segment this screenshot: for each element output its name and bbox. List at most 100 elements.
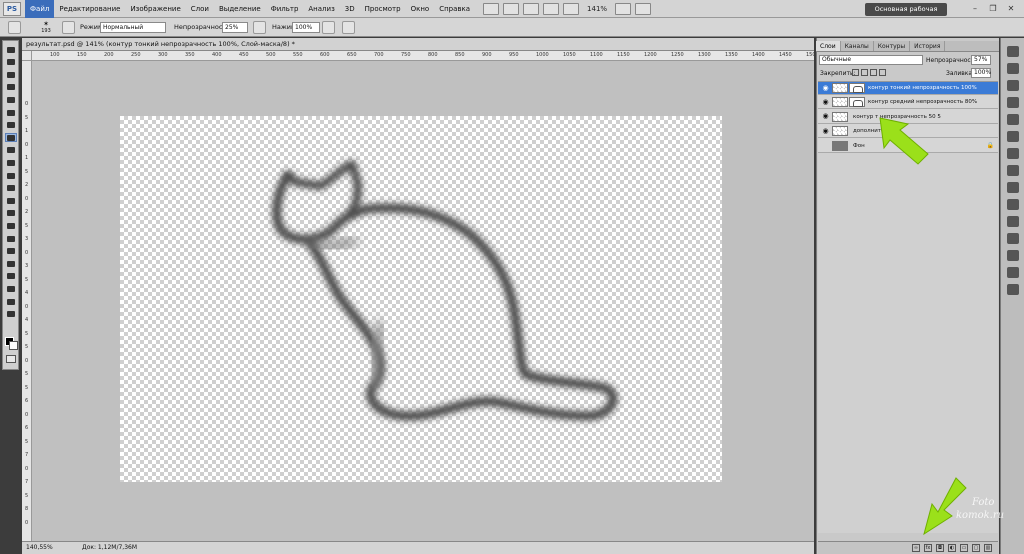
brush-panel-icon[interactable] bbox=[62, 21, 75, 34]
image-canvas[interactable] bbox=[120, 116, 722, 482]
view-extras-icon[interactable] bbox=[523, 2, 540, 15]
menu-analysis[interactable]: Анализ bbox=[303, 0, 339, 18]
fill-input[interactable]: 100% bbox=[971, 68, 991, 78]
lasso-tool[interactable] bbox=[5, 70, 17, 79]
healing-tool[interactable] bbox=[5, 121, 17, 130]
lock-position-icon[interactable] bbox=[870, 69, 877, 76]
workspace-switcher[interactable]: Основная рабочая среда bbox=[865, 3, 947, 26]
layer-thumbnail[interactable] bbox=[832, 83, 848, 93]
3d-camera-tool[interactable] bbox=[5, 284, 17, 293]
arrange-documents-icon[interactable] bbox=[615, 2, 632, 15]
ruler-origin[interactable] bbox=[22, 51, 32, 61]
shape-tool[interactable] bbox=[5, 259, 17, 268]
layer-thumbnail[interactable] bbox=[832, 97, 848, 108]
brush-tool[interactable] bbox=[5, 133, 17, 143]
brush-preset-icon[interactable] bbox=[8, 21, 21, 34]
layer-row[interactable]: ◉ контур тонкий непрозрачность 100% bbox=[818, 82, 998, 95]
color-icon[interactable] bbox=[1007, 97, 1019, 108]
eraser-tool[interactable] bbox=[5, 171, 17, 180]
zoom-level-icon[interactable] bbox=[543, 2, 560, 15]
type-tool[interactable] bbox=[5, 234, 17, 243]
restore-button[interactable]: ❐ bbox=[986, 3, 1000, 15]
histogram-icon[interactable] bbox=[1007, 148, 1019, 159]
horizontal-ruler[interactable]: 100 150 200 250 300 350 400 450 500 550 600 650 700 7… bbox=[32, 51, 814, 61]
masks-icon[interactable] bbox=[1007, 80, 1019, 91]
menu-file[interactable]: Файл bbox=[25, 0, 55, 18]
layers-list-empty-area[interactable] bbox=[818, 153, 998, 533]
marquee-tool[interactable] bbox=[5, 58, 17, 67]
adjustments-icon[interactable] bbox=[1007, 63, 1019, 74]
menu-filter[interactable]: Фильтр bbox=[266, 0, 304, 18]
group-icon[interactable]: ▭ bbox=[960, 544, 968, 552]
hand-tool-icon[interactable] bbox=[563, 2, 580, 15]
layer-mask-thumbnail[interactable] bbox=[849, 97, 865, 108]
vertical-ruler[interactable]: 05101520253035404550556065707580 bbox=[22, 61, 32, 541]
hand-tool[interactable] bbox=[5, 297, 17, 306]
opacity-input[interactable]: 25% bbox=[222, 22, 248, 33]
history-brush-tool[interactable] bbox=[5, 158, 17, 167]
pen-tool[interactable] bbox=[5, 221, 17, 230]
3d-icon[interactable] bbox=[1007, 267, 1019, 278]
layer-opacity-input[interactable]: 57% bbox=[971, 55, 991, 65]
layer-thumbnail[interactable] bbox=[832, 126, 848, 137]
quick-select-tool[interactable] bbox=[5, 83, 17, 92]
layer-thumbnail[interactable] bbox=[832, 140, 848, 151]
lock-transparency-icon[interactable] bbox=[852, 69, 859, 76]
minibridge-icon[interactable] bbox=[503, 2, 520, 15]
pressure-size-icon[interactable] bbox=[342, 21, 355, 34]
measurement-icon[interactable] bbox=[1007, 284, 1019, 295]
menu-select[interactable]: Выделение bbox=[214, 0, 266, 18]
layer-visibility-eye-icon[interactable]: ◉ bbox=[821, 84, 830, 93]
zoom-status[interactable]: 140,55% bbox=[26, 544, 53, 551]
blend-mode-dropdown[interactable]: Обычные bbox=[819, 55, 923, 65]
trash-icon[interactable]: ▥ bbox=[984, 544, 992, 552]
minimize-button[interactable]: – bbox=[968, 3, 982, 15]
lock-pixels-icon[interactable] bbox=[861, 69, 868, 76]
eyedropper-tool[interactable] bbox=[5, 108, 17, 117]
layer-mask-thumbnail[interactable] bbox=[849, 83, 865, 93]
menu-window[interactable]: Окно bbox=[406, 0, 435, 18]
adjust-icon[interactable]: ◐ bbox=[948, 544, 956, 552]
link-icon[interactable]: ∞ bbox=[912, 544, 920, 552]
pressure-opacity-icon[interactable] bbox=[253, 21, 266, 34]
tab-channels[interactable]: Каналы bbox=[841, 41, 874, 51]
document-tab[interactable]: результат.psd @ 141% (контур тонкий непр… bbox=[22, 38, 814, 51]
layer-visibility-eye-icon[interactable]: ◉ bbox=[821, 98, 830, 107]
blur-tool[interactable] bbox=[5, 196, 17, 205]
menu-view[interactable]: Просмотр bbox=[360, 0, 406, 18]
lock-all-icon[interactable] bbox=[879, 69, 886, 76]
menu-image[interactable]: Изображение bbox=[125, 0, 185, 18]
info-icon[interactable] bbox=[1007, 182, 1019, 193]
mask-icon[interactable]: ◘ bbox=[936, 544, 944, 552]
collapse-panels-icon[interactable] bbox=[1007, 46, 1019, 57]
layer-visibility-eye-icon[interactable] bbox=[821, 141, 830, 150]
gradient-tool[interactable] bbox=[5, 184, 17, 193]
path-select-tool[interactable] bbox=[5, 247, 17, 256]
new-icon[interactable]: ▢ bbox=[972, 544, 980, 552]
brush-size-picker[interactable]: ✶ 193 bbox=[38, 21, 54, 35]
close-button[interactable]: ✕ bbox=[1004, 3, 1018, 15]
menu-help[interactable]: Справка bbox=[434, 0, 475, 18]
styles-icon[interactable] bbox=[1007, 131, 1019, 142]
tab-layers[interactable]: Слои bbox=[816, 41, 841, 51]
navigator-icon[interactable] bbox=[1007, 165, 1019, 176]
layer-thumbnail[interactable] bbox=[832, 111, 848, 122]
3d-rotate-tool[interactable] bbox=[5, 272, 17, 281]
tab-history[interactable]: История bbox=[910, 41, 946, 51]
layer-visibility-eye-icon[interactable]: ◉ bbox=[821, 127, 830, 136]
menu-3d[interactable]: 3D bbox=[340, 0, 360, 18]
paragraph-icon[interactable] bbox=[1007, 250, 1019, 261]
quick-mask-icon[interactable] bbox=[6, 355, 16, 363]
move-tool[interactable] bbox=[5, 45, 17, 54]
layer-row[interactable]: ◉ контур средний непрозрачность 80% bbox=[818, 96, 998, 110]
clone-source-icon[interactable] bbox=[1007, 216, 1019, 227]
airbrush-icon[interactable] bbox=[322, 21, 335, 34]
brush-presets-icon[interactable] bbox=[1007, 199, 1019, 210]
flow-input[interactable]: 100% bbox=[292, 22, 320, 33]
layer-name[interactable]: Фон bbox=[853, 143, 865, 149]
character-icon[interactable] bbox=[1007, 233, 1019, 244]
background-color-swatch[interactable] bbox=[9, 341, 18, 350]
dodge-tool[interactable] bbox=[5, 209, 17, 218]
document-info[interactable]: Док: 1,12M/7,36M bbox=[82, 544, 137, 551]
layer-name[interactable]: контур средний непрозрачность 80% bbox=[868, 99, 977, 105]
